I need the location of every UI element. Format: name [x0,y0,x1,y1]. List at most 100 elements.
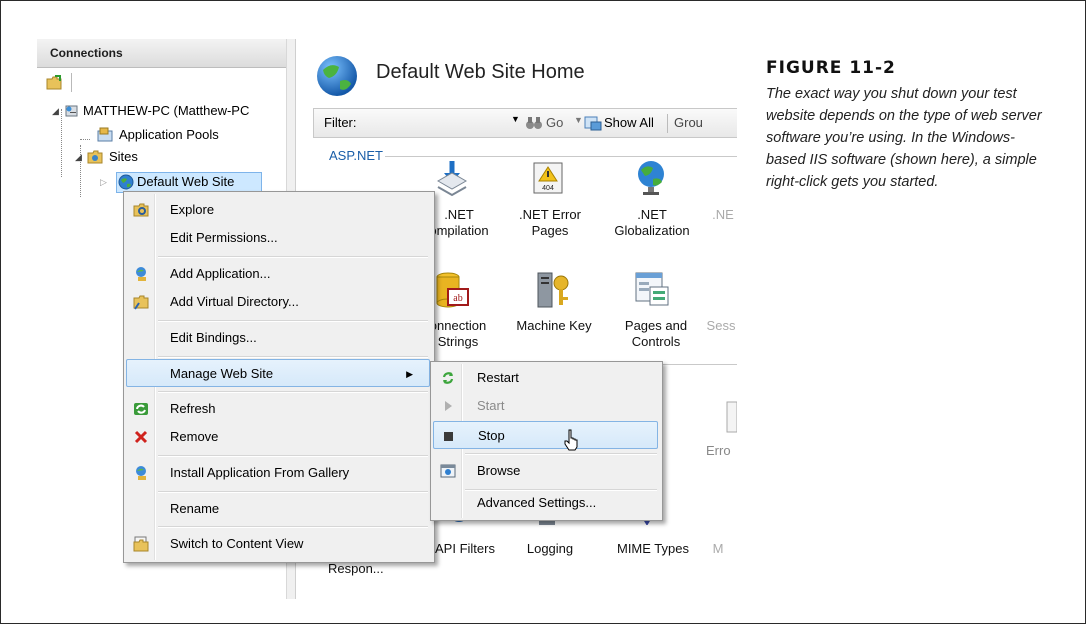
feature-mime-types[interactable]: MIME Types [610,541,696,557]
feature-machine-key[interactable]: Machine Key [508,318,600,334]
folder-open-icon[interactable] [46,74,63,91]
menu-item-install-from-gallery[interactable]: Install Application From Gallery [126,459,430,487]
filter-dropdown-arrow[interactable]: ▼ [511,114,520,124]
menu-item-label: Advanced Settings... [477,495,597,510]
manage-site-submenu: Restart Start Stop Browse Advanced Setti… [430,361,663,521]
menu-item-label: Stop [478,428,505,443]
menu-item-add-application[interactable]: Add Application... [126,260,430,288]
error-icon[interactable] [726,401,737,433]
sites-label: Sites [109,149,138,164]
page-title: Default Web Site Home [376,61,585,83]
feature-truncated[interactable]: M [708,541,728,557]
feature-line: Controls [631,334,681,349]
menu-item-label: Install Application From Gallery [170,465,350,480]
feature-error-pages[interactable]: .NET Error Pages [510,207,590,239]
menu-item-label: Rename [170,501,220,516]
menu-item-label: Add Virtual Directory... [170,294,299,309]
svg-text:ab: ab [453,293,462,304]
mouse-cursor-icon [564,429,578,451]
add-virtual-directory-icon [133,295,149,310]
feature-truncated[interactable]: .NE [708,207,737,223]
go-dropdown-arrow[interactable]: ▼ [574,115,583,125]
menu-separator [158,491,428,493]
menu-separator [158,356,428,358]
show-all-icon[interactable] [584,115,602,131]
feature-truncated[interactable]: Sess [704,318,737,334]
feature-isapi-filters[interactable]: API Filters [426,541,504,557]
feature-line: .NET [637,207,667,222]
submenu-item-advanced-settings[interactable]: Advanced Settings... [433,489,658,517]
menu-item-label: Browse [477,463,521,478]
menu-item-switch-content-view[interactable]: Switch to Content View [126,530,430,558]
feature-pages-controls[interactable]: Pages and Controls [616,318,696,350]
server-label: MATTHEW-PC (Matthew-PC [83,103,250,118]
app-pools-icon [97,127,113,142]
menu-separator [158,320,428,322]
feature-partial[interactable]: Erro [706,443,737,459]
globalization-icon[interactable] [634,159,668,197]
tree-line [61,109,62,177]
feature-line: Pages [531,223,569,238]
stop-icon [444,432,453,441]
menu-item-edit-bindings[interactable]: Edit Bindings... [126,324,430,352]
submenu-item-restart[interactable]: Restart [433,364,658,392]
menu-item-refresh[interactable]: Refresh [126,395,430,423]
menu-item-label: Manage Web Site [170,366,274,381]
pages-controls-icon[interactable] [634,271,670,309]
menu-item-explore[interactable]: Explore [126,196,430,224]
feature-line: .NET Error [519,207,581,222]
submenu-item-start[interactable]: Start [433,392,658,420]
menu-item-label: Start [477,398,505,413]
menu-separator [158,256,428,258]
menu-item-rename[interactable]: Rename [126,495,430,523]
submenu-item-stop[interactable]: Stop [433,421,658,451]
menu-separator [158,391,428,393]
menu-item-edit-permissions[interactable]: Edit Permissions... [126,224,430,252]
default-web-site-label: Default Web Site [137,174,235,189]
gallery-icon [136,466,146,480]
error-pages-icon[interactable]: 404 [531,161,565,195]
iis-manager-screenshot: Connections ◢ MATTHEW-PC (Matthew-PC App… [37,39,737,599]
menu-item-label: Explore [170,202,215,217]
go-button[interactable]: Go [546,115,563,130]
menu-separator [158,526,428,528]
menu-item-label: Edit Bindings... [170,330,257,345]
connections-toolbar [37,69,286,96]
submenu-item-browse[interactable]: Browse [433,457,658,485]
machine-key-icon[interactable] [536,271,572,309]
menu-separator [465,453,657,455]
collapse-icon[interactable]: ◢ [52,101,59,121]
menu-item-label: Remove [170,429,219,444]
menu-item-manage-web-site[interactable]: Manage Web Site ▶ [126,359,430,387]
feature-line: ompilation [429,223,489,238]
menu-item-remove[interactable]: Remove [126,423,430,451]
feature-line: .NET [444,207,474,222]
menu-item-add-virtual-directory[interactable]: Add Virtual Directory... [126,288,430,316]
menu-item-label: Refresh [170,401,216,416]
feature-line: Strings [437,334,479,349]
feature-logging[interactable]: Logging [518,541,582,557]
feature-globalization[interactable]: .NET Globalization [608,207,696,239]
remove-icon [134,430,148,444]
show-all-button[interactable]: Show All [604,115,654,130]
app-pools-label: Application Pools [119,127,219,142]
browse-icon [440,464,456,478]
feature-truncated[interactable]: Respon... [328,561,408,577]
connection-strings-icon[interactable]: ab [434,271,470,309]
menu-item-label: Switch to Content View [170,536,304,551]
binoculars-icon[interactable] [525,115,543,131]
globe-icon [317,56,357,96]
site-context-menu: Explore Edit Permissions... Add Applicat… [123,191,435,563]
sites-folder-icon [87,150,103,164]
collapse-icon[interactable]: ◢ [75,147,82,167]
expand-icon[interactable]: ▷ [100,172,107,192]
compilation-icon[interactable] [434,159,470,197]
group-by-button[interactable]: Grou [674,115,703,130]
restart-icon [442,372,454,384]
server-icon [65,105,78,117]
section-divider [385,156,737,157]
menu-item-label: Restart [477,370,519,385]
figure-label: FIGURE 11-2 [766,58,896,78]
add-application-icon [136,267,146,281]
feature-line: Globalization [614,223,690,238]
